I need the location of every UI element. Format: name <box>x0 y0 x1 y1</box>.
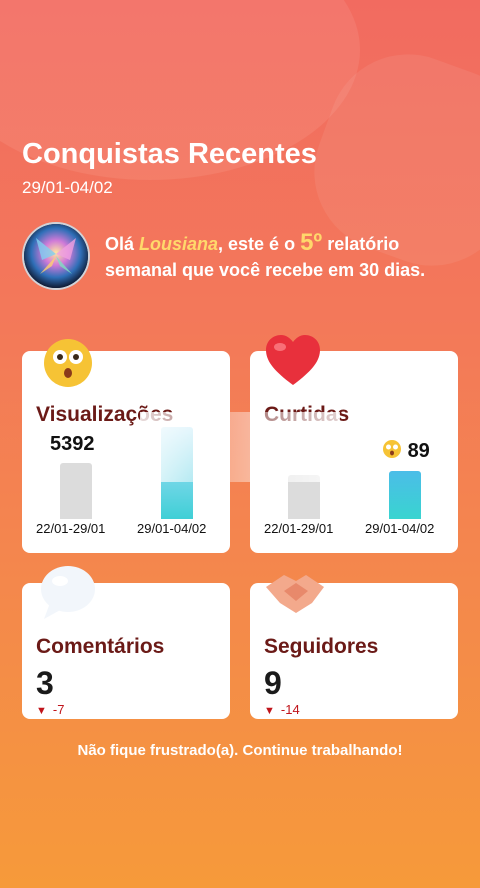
surprised-face-icon <box>44 339 92 387</box>
heart-icon <box>266 335 320 385</box>
likes-current-bar <box>389 471 421 519</box>
loading-overlay <box>140 412 340 482</box>
comments-title: Comentários <box>36 635 165 658</box>
followers-delta: ▼ -14 <box>264 702 300 717</box>
comments-card[interactable]: Comentários 3 ▼ -7 <box>22 566 230 719</box>
page-title: Conquistas Recentes <box>22 138 317 170</box>
speech-bubble-icon <box>41 566 95 619</box>
followers-value: 9 <box>264 665 282 701</box>
greeting-text: Olá Lousiana, este é o 5º relatório sema… <box>105 230 435 283</box>
followers-delta-value: -14 <box>280 702 300 717</box>
user-name[interactable]: Lousiana <box>139 234 218 254</box>
avatar[interactable] <box>22 222 90 290</box>
comments-delta: ▼ -7 <box>36 702 64 717</box>
dizzy-face-icon <box>383 440 401 458</box>
greeting-mid: , este é o <box>218 234 301 254</box>
views-previous-value: 5392 <box>50 433 95 455</box>
down-arrow-icon: ▼ <box>36 705 47 717</box>
report-number: 5º <box>300 229 323 256</box>
views-previous-bar <box>60 463 92 519</box>
views-current-label: 29/01-04/02 <box>137 521 207 536</box>
likes-current-number: 89 <box>407 440 430 462</box>
followers-card[interactable]: Seguidores 9 ▼ -14 <box>250 575 458 719</box>
handshake-icon <box>266 575 324 613</box>
down-arrow-icon: ▼ <box>264 705 275 717</box>
footer-message: Não fique frustrado(a). Continue trabalh… <box>77 742 403 759</box>
likes-current-label: 29/01-04/02 <box>365 521 435 536</box>
date-range: 29/01-04/02 <box>22 178 113 197</box>
comments-value: 3 <box>36 665 54 701</box>
views-previous-label: 22/01-29/01 <box>36 521 106 536</box>
weekly-report-screen: Conquistas Recentes 29/01-04/02 Olá Lous… <box>0 0 480 888</box>
greeting-prefix: Olá <box>105 234 140 254</box>
avatar-image <box>24 224 88 288</box>
comments-delta-value: -7 <box>52 702 65 717</box>
likes-previous-label: 22/01-29/01 <box>264 521 334 536</box>
followers-title: Seguidores <box>264 635 379 658</box>
likes-current-value: 89 <box>382 439 430 463</box>
